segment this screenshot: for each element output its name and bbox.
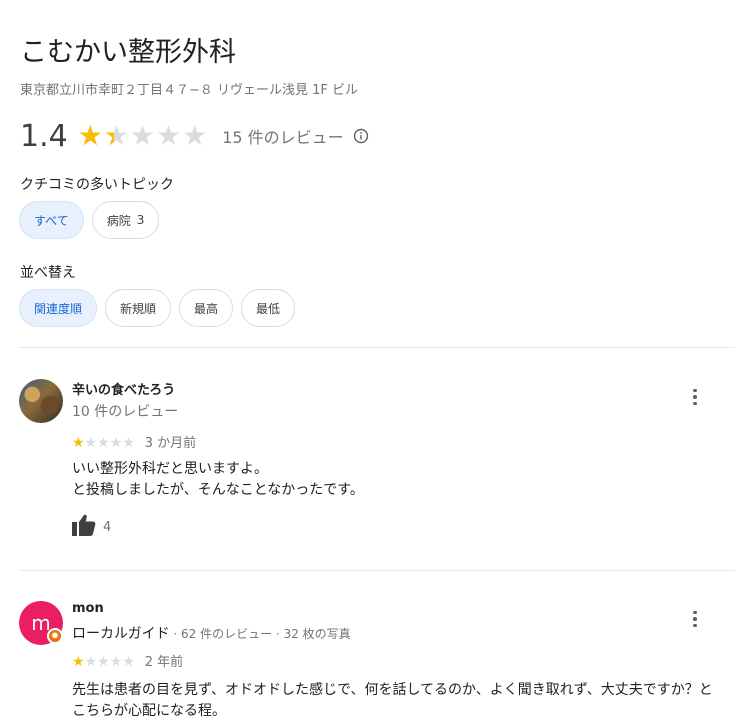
rating-summary: 1.4 ★★★★★ ★★★★★ 15 件のレビュー [20, 114, 369, 158]
review-stars: ★★★★★ 3 か月前 [72, 435, 197, 451]
review-date: 2 年前 [144, 655, 184, 670]
avatar[interactable] [19, 379, 63, 423]
review-count[interactable]: 15 件のレビュー [222, 124, 343, 148]
topic-chip-count: 3 [136, 213, 145, 227]
review-date: 3 か月前 [144, 436, 197, 451]
sort-chip-lowest[interactable]: 最低 [241, 289, 296, 327]
more-vert-icon[interactable] [685, 385, 705, 409]
sort-chip-highest[interactable]: 最高 [179, 289, 234, 327]
sort-label: 並べ替え [20, 265, 76, 281]
sort-chip-relevance[interactable]: 関連度順 [19, 289, 98, 327]
like-button[interactable]: 4 [72, 514, 111, 540]
rating-value: 1.4 [20, 118, 68, 154]
divider [19, 570, 735, 571]
topics-label: クチコミの多いトピック [20, 177, 174, 193]
reviewer-meta: 10 件のレビュー [72, 404, 179, 420]
divider [19, 347, 735, 348]
topic-chip-all[interactable]: すべて [19, 201, 84, 239]
topic-chips: すべて 病院 3 [19, 201, 160, 239]
like-count: 4 [103, 519, 112, 535]
reviewer-stats: · 62 件のレビュー · 32 枚の写真 [169, 627, 351, 641]
info-icon[interactable] [353, 128, 369, 144]
more-vert-icon[interactable] [685, 607, 705, 631]
place-address: 東京都立川市幸町２丁目４７−８ リヴェール浅見 1F ビル [20, 83, 359, 98]
sort-chip-newest[interactable]: 新規順 [105, 289, 172, 327]
local-guide-label: ローカルガイド [72, 626, 170, 642]
review-stars: ★★★★★ 2 年前 [72, 654, 184, 670]
topic-chip-hospital[interactable]: 病院 3 [91, 201, 160, 239]
reviewer-meta: ローカルガイド · 62 件のレビュー · 32 枚の写真 [72, 623, 351, 643]
place-title: こむかい整形外科 [20, 37, 236, 68]
reviewer-name[interactable]: mon [72, 601, 104, 616]
review-item: m ✸ mon ローカルガイド · 62 件のレビュー · 32 枚の写真 ★★… [19, 601, 735, 719]
local-guide-badge-icon: ✸ [47, 628, 63, 644]
review-text: いい整形外科だと思いますよ。 と投稿しましたが、そんなことなかったです。 [72, 461, 364, 498]
review-text: 先生は患者の目を見ず、オドオドした感じで、何を話してるのか、よく聞き取れず、大丈… [72, 682, 713, 719]
rating-stars: ★★★★★ ★★★★★ [77, 119, 209, 152]
thumb-up-icon [72, 514, 96, 540]
sort-chips: 関連度順 新規順 最高 最低 [19, 289, 296, 327]
review-item: 辛いの食べたろう 10 件のレビュー ★★★★★ 3 か月前 いい整形外科だと思い… [19, 379, 735, 549]
reviewer-name[interactable]: 辛いの食べたろう [72, 379, 175, 398]
